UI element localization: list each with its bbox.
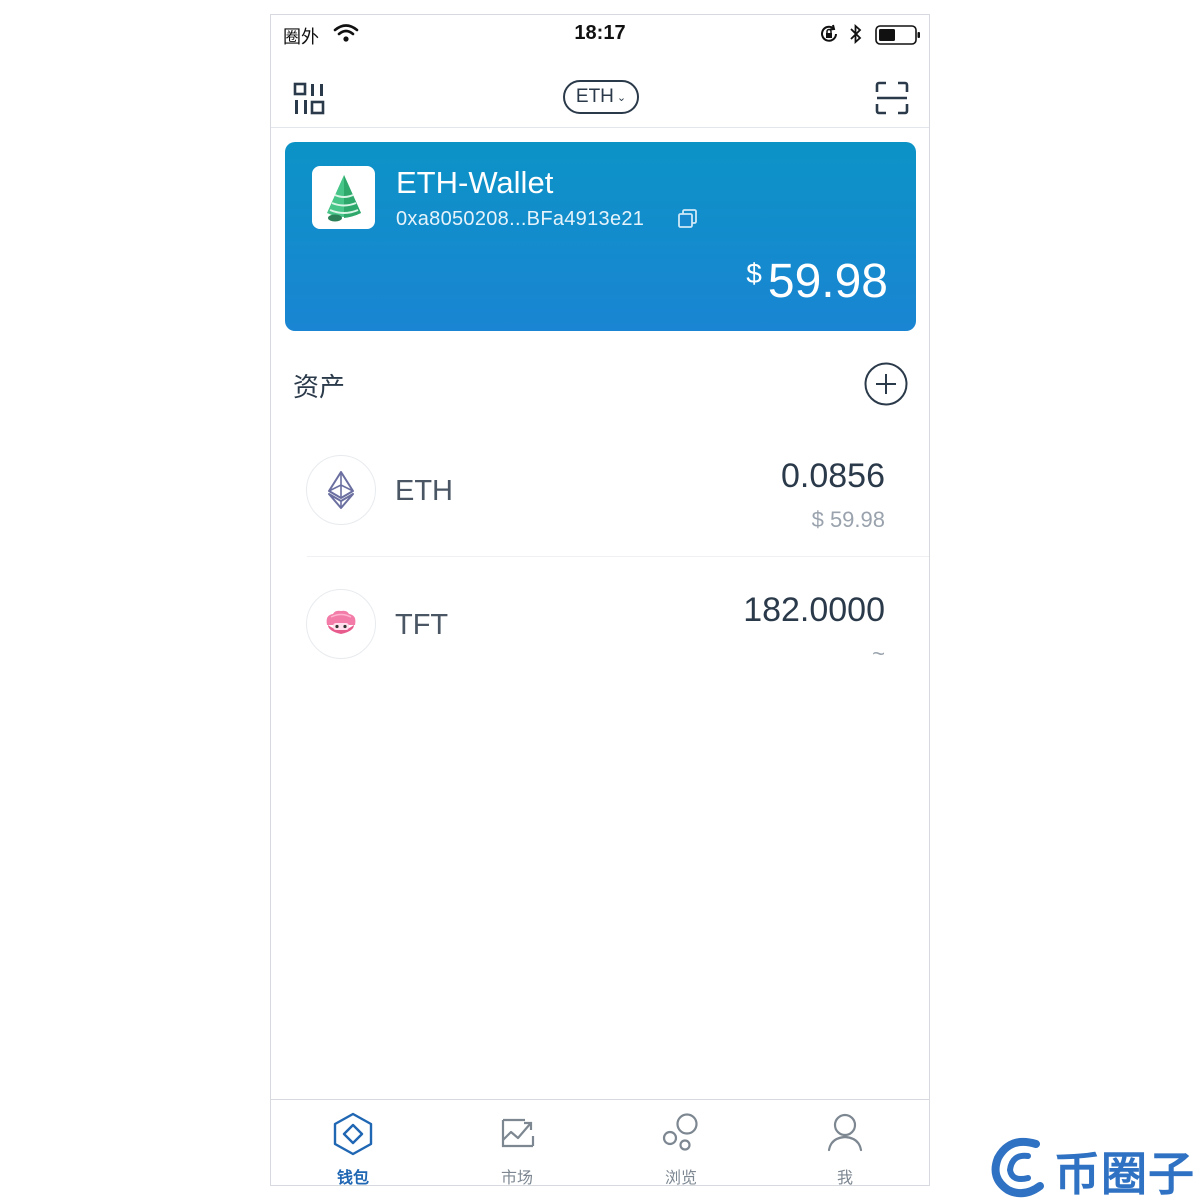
tab-label: 浏览 [664,1170,697,1186]
bluetooth-icon [850,23,862,45]
browse-bubbles-icon [662,1113,698,1151]
asset-amount: 182.0000 [743,591,885,629]
status-bar: 圈外 18:17 [271,15,929,55]
add-asset-button[interactable] [864,362,908,406]
tft-shell-icon [326,610,356,634]
currency-symbol: $ [746,258,762,289]
coin-icon-wrapper [306,589,376,659]
chevron-down-icon: ⌄ [616,91,627,104]
assets-title: 资产 [293,372,346,402]
wallet-diamond-icon [333,1112,373,1156]
asset-fiat-value: ~ [872,641,885,666]
watermark-swirl-icon [991,1137,1044,1198]
tab-browse[interactable]: 浏览 [599,1100,763,1186]
asset-row-tft[interactable]: TFT 182.0000 ~ [271,557,929,691]
top-nav-bar: ETH ⌄ [271,65,929,128]
asset-symbol: ETH [395,475,453,507]
shell-logo-icon [326,174,361,221]
bottom-tab-bar: 钱包 市场 浏览 我 [271,1099,929,1186]
wallet-balance: $ 59.98 [746,254,888,309]
scan-icon[interactable] [875,81,909,115]
wallet-card[interactable]: ETH-Wallet 0xa8050208...BFa4913e21 $ 59.… [285,142,916,331]
tab-label: 钱包 [336,1170,369,1186]
copy-icon[interactable] [677,208,699,230]
receive-qr-icon[interactable] [293,82,327,116]
tab-label: 市场 [500,1170,533,1186]
chain-selector-button[interactable]: ETH ⌄ [563,80,639,114]
watermark-text: 币圈子 [1054,1147,1195,1200]
tab-wallet[interactable]: 钱包 [271,1100,435,1186]
chain-selector-label: ETH [575,86,614,107]
rotation-lock-icon [821,24,837,42]
tab-market[interactable]: 市场 [435,1100,599,1186]
asset-amount: 0.0856 [781,457,885,495]
coin-icon-wrapper [306,455,376,525]
wallet-name: ETH-Wallet [396,165,554,200]
balance-amount: 59.98 [767,255,888,308]
phone-screen: 圈外 18:17 ETH ⌄ ETH-Wallet 0xa8050208...B… [270,14,930,1186]
wallet-address: 0xa8050208...BFa4913e21 [396,208,645,230]
asset-row-eth[interactable]: ETH 0.0856 $ 59.98 [271,423,929,557]
watermark-logo: 币圈子 [988,1132,1200,1200]
ethereum-icon [328,471,354,509]
market-chart-icon [501,1118,535,1148]
tab-label: 我 [836,1170,853,1186]
asset-fiat-value: $ 59.98 [811,507,885,532]
tab-profile[interactable]: 我 [763,1100,927,1186]
battery-icon [875,25,920,45]
asset-symbol: TFT [395,609,449,641]
profile-icon [827,1113,863,1152]
wallet-avatar [312,166,375,229]
